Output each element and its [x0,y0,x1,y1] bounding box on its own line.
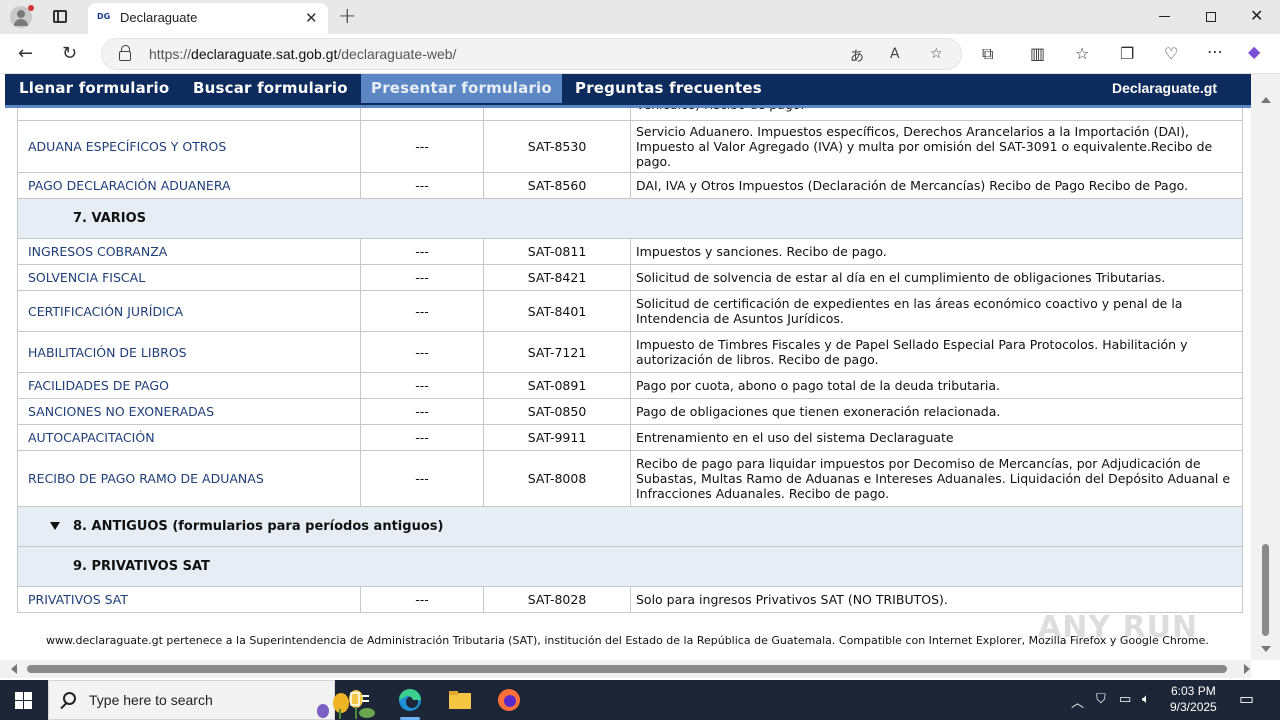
split-screen-icon[interactable]: ▥ [1030,44,1045,63]
system-clock[interactable]: 6:03 PM 9/3/2025 [1170,683,1217,715]
form-link[interactable]: PAGO DECLARACIÓN ADUANERA [17,172,361,199]
minimize-icon[interactable] [1159,16,1170,17]
page-content: Vehículos) Recibo de pago. ADUANA ESPECÍ… [0,108,1250,658]
site-navigation: Llenar formulario Buscar formulario Pres… [5,74,1251,108]
menu-preguntas-frecuentes[interactable]: Preguntas frecuentes [575,79,762,97]
favorite-star-icon[interactable]: ☆ [930,46,943,62]
table-row: INGRESOS COBRANZA --- SAT-0811 Impuestos… [17,238,1243,265]
browser-essentials-icon[interactable]: ♡ [1164,44,1178,63]
task-view-icon[interactable] [340,686,380,720]
menu-buscar-formulario[interactable]: Buscar formulario [193,79,348,97]
table-row: PAGO DECLARACIÓN ADUANERA --- SAT-8560 D… [17,172,1243,199]
taskbar-search[interactable]: Type here to search [48,680,375,720]
form-link[interactable]: CERTIFICACIÓN JURÍDICA [17,290,361,332]
site-favicon-icon: DG [97,12,111,21]
file-explorer-icon[interactable] [440,686,480,720]
watermark-logo: ANY RUN [1038,610,1199,645]
partial-description: Vehículos) Recibo de pago. [630,108,1243,121]
notification-dot [28,5,34,11]
url-text: https://declaraguate.sat.gob.gt/declarag… [149,46,457,62]
security-tray-icon[interactable]: ⛉ [1096,692,1106,707]
network-icon[interactable]: ▭ [1119,692,1131,707]
section-header-collapsible[interactable]: 8. ANTIGUOS (formularios para períodos a… [17,506,1243,547]
refresh-icon[interactable]: ↻ [62,43,77,64]
show-hidden-icons-chevron-icon[interactable]: ︿ [1071,692,1084,711]
section-title: 7. VARIOS [17,198,1243,239]
tab-actions-icon[interactable] [53,10,67,23]
section-title: 8. ANTIGUOS (formularios para períodos a… [73,519,444,534]
horizontal-scrollbar[interactable] [0,660,1251,678]
tab-title: Declaraguate [120,10,198,25]
form-link[interactable]: SANCIONES NO EXONERADAS [17,398,361,425]
clock-time: 6:03 PM [1171,684,1216,698]
maximize-icon[interactable] [1206,12,1216,22]
form-link[interactable]: FACILIDADES DE PAGO [17,372,361,399]
new-tab-button[interactable]: + [338,4,356,29]
table-row: SOLVENCIA FISCAL --- SAT-8421 Solicitud … [17,264,1243,291]
scroll-right-icon[interactable] [1244,664,1250,674]
form-link[interactable]: ADUANA ESPECÍFICOS Y OTROS [17,120,361,173]
favorites-icon[interactable]: ☆ [1075,44,1089,63]
table-row: RECIBO DE PAGO RAMO DE ADUANAS --- SAT-8… [17,450,1243,507]
table-row: HABILITACIÓN DE LIBROS --- SAT-7121 Impu… [17,331,1243,373]
extensions-icon[interactable]: ⧉ [982,44,993,64]
expand-caret-icon[interactable] [50,522,60,530]
volume-icon[interactable]: 🔈︎ [1142,692,1150,707]
notifications-icon[interactable]: ▭ [1239,689,1254,708]
section-header: 7. VARIOS [17,198,1243,239]
scroll-down-icon[interactable] [1261,646,1271,652]
windows-taskbar: Type here to search ︿ ⛉ ▭ 🔈︎ 6:03 PM 9/3… [0,680,1280,720]
section-title: 9. PRIVATIVOS SAT [17,546,1243,587]
more-menu-icon[interactable]: ⋯ [1207,42,1223,61]
menu-presentar-formulario[interactable]: Presentar formulario [361,74,562,103]
scroll-left-icon[interactable] [11,664,17,674]
site-footer: www.declaraguate.gt pertenece a la Super… [46,634,1209,647]
form-link[interactable]: INGRESOS COBRANZA [17,238,361,265]
scroll-thumb[interactable] [1262,544,1269,636]
collections-icon[interactable]: ❐ [1120,44,1134,63]
table-row: FACILIDADES DE PAGO --- SAT-0891 Pago po… [17,372,1243,399]
tab-close-icon[interactable]: ✕ [305,9,318,27]
window-close-icon[interactable]: ✕ [1250,6,1263,25]
form-link[interactable]: PRIVATIVOS SAT [17,586,361,613]
address-bar[interactable]: https://declaraguate.sat.gob.gt/declarag… [101,38,962,70]
back-icon[interactable]: ← [18,43,33,64]
read-aloud-icon[interactable]: A [890,46,900,62]
form-link[interactable]: AUTOCAPACITACIÓN [17,424,361,451]
table-row: CERTIFICACIÓN JURÍDICA --- SAT-8401 Soli… [17,290,1243,332]
translate-icon[interactable]: あ [850,46,864,66]
search-input[interactable]: Type here to search [89,692,213,708]
form-link[interactable]: RECIBO DE PAGO RAMO DE ADUANAS [17,450,361,507]
site-info-lock-icon[interactable] [119,45,131,61]
table-row: SANCIONES NO EXONERADAS --- SAT-0850 Pag… [17,398,1243,425]
clock-date: 9/3/2025 [1170,700,1217,714]
forms-table: Vehículos) Recibo de pago. ADUANA ESPECÍ… [17,108,1243,613]
browser-titlebar: DG Declaraguate ✕ + ✕ [0,0,1280,34]
table-row: PRIVATIVOS SAT --- SAT-8028 Solo para in… [17,586,1243,613]
scroll-up-icon[interactable] [1261,97,1271,103]
table-row: Vehículos) Recibo de pago. [17,108,1243,121]
browser-toolbar: ← ↻ https://declaraguate.sat.gob.gt/decl… [0,34,1280,74]
copilot-icon[interactable]: ◆ [1248,42,1260,61]
form-link[interactable]: SOLVENCIA FISCAL [17,264,361,291]
form-link[interactable]: HABILITACIÓN DE LIBROS [17,331,361,373]
vertical-scrollbar[interactable] [1251,74,1280,660]
tab-declaraguate[interactable]: DG Declaraguate ✕ [88,3,328,34]
site-brand[interactable]: Declaraguate.gt [1112,80,1217,96]
table-row: AUTOCAPACITACIÓN --- SAT-9911 Entrenamie… [17,424,1243,451]
menu-llenar-formulario[interactable]: Llenar formulario [19,79,169,97]
firefox-icon[interactable] [489,686,529,720]
search-icon [63,692,76,705]
edge-taskbar-icon[interactable] [390,686,430,720]
table-row: ADUANA ESPECÍFICOS Y OTROS --- SAT-8530 … [17,120,1243,173]
section-header: 9. PRIVATIVOS SAT [17,546,1243,587]
windows-start-icon[interactable] [15,692,32,709]
scroll-thumb[interactable] [27,665,1227,673]
